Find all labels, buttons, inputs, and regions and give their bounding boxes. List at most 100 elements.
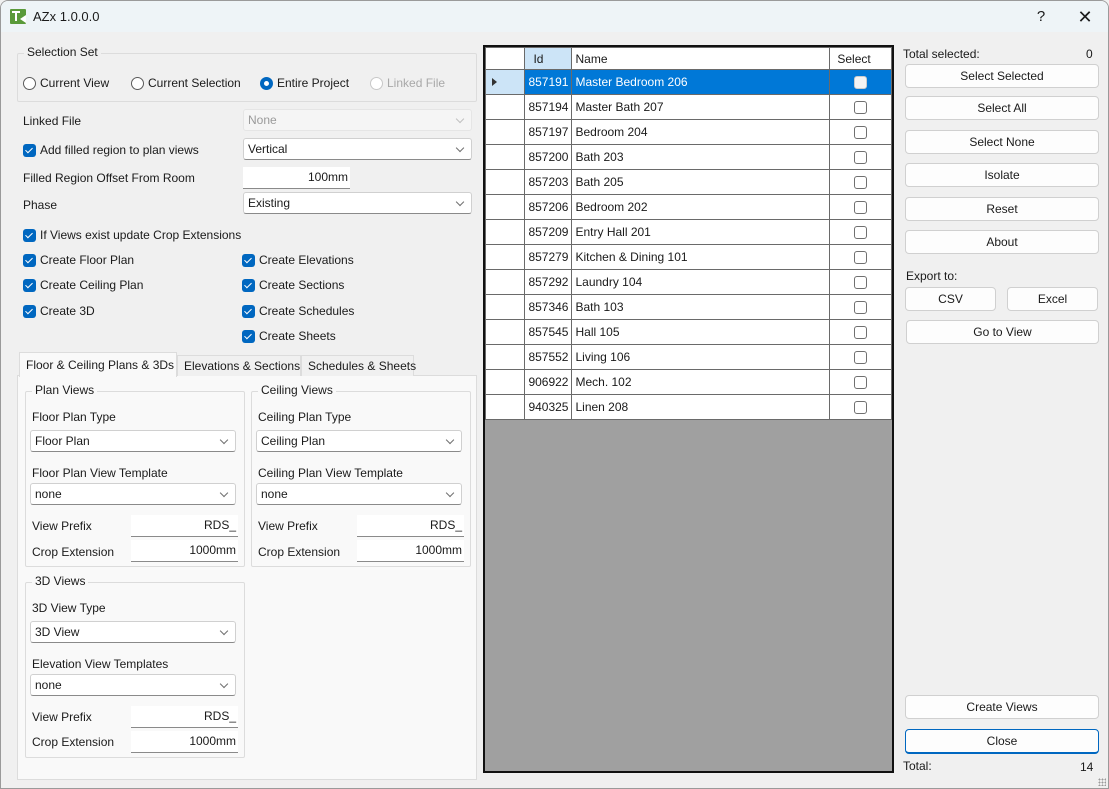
create-3d-checkbox[interactable]: Create 3D (23, 304, 95, 318)
row-select-checkbox[interactable] (854, 226, 868, 240)
cell-id[interactable]: 940325 (524, 394, 573, 420)
create-views-button[interactable]: Create Views (905, 695, 1099, 719)
row-header[interactable] (484, 369, 526, 395)
radio-entire-project[interactable]: Entire Project (260, 76, 349, 90)
update-crop-checkbox[interactable]: If Views exist update Crop Extensions (23, 228, 241, 242)
cell-id[interactable]: 857552 (524, 344, 573, 370)
floor-plan-type-dropdown[interactable]: Floor Plan (30, 430, 236, 452)
radio-current-view[interactable]: Current View (23, 76, 109, 90)
column-header-name[interactable]: Name (571, 47, 831, 70)
row-header[interactable] (484, 94, 526, 120)
row-select-checkbox[interactable] (854, 326, 868, 340)
add-filled-region-checkbox[interactable]: Add filled region to plan views (23, 143, 199, 157)
plan-crop-extension-input[interactable]: 1000mm (131, 540, 238, 562)
row-header[interactable] (484, 119, 526, 145)
cell-name[interactable]: Laundry 104 (571, 269, 831, 295)
row-header[interactable] (484, 319, 526, 345)
table-row[interactable]: 857209 Entry Hall 201 (484, 219, 892, 245)
create-ceiling-plan-checkbox[interactable]: Create Ceiling Plan (23, 278, 143, 292)
tab-elevations-sections[interactable]: Elevations & Sections (177, 355, 301, 376)
rooms-grid[interactable]: Id Name Select 857191 Master Bedroom 206 8… (483, 45, 894, 773)
ceiling-view-prefix-input[interactable]: RDS_ (357, 515, 464, 537)
cell-name[interactable]: Hall 105 (571, 319, 831, 345)
row-header[interactable] (484, 344, 526, 370)
table-row[interactable]: 857292 Laundry 104 (484, 269, 892, 295)
close-button[interactable]: Close (905, 729, 1099, 754)
table-row[interactable]: 857545 Hall 105 (484, 319, 892, 345)
tab-floor-ceiling-3d[interactable]: Floor & Ceiling Plans & 3Ds (19, 352, 177, 377)
row-header[interactable] (484, 219, 526, 245)
cell-name[interactable]: Kitchen & Dining 101 (571, 244, 831, 270)
select-selected-button[interactable]: Select Selected (905, 64, 1099, 88)
row-select-checkbox[interactable] (854, 101, 868, 115)
row-select-checkbox[interactable] (854, 251, 868, 265)
row-select-checkbox[interactable] (854, 401, 868, 415)
phase-dropdown[interactable]: Existing (243, 192, 472, 214)
offset-input[interactable]: 100mm (243, 167, 350, 189)
export-excel-button[interactable]: Excel (1007, 287, 1098, 311)
row-header[interactable] (484, 144, 526, 170)
cell-id[interactable]: 857197 (524, 119, 573, 145)
radio-linked-file[interactable]: Linked File (370, 76, 445, 90)
export-csv-button[interactable]: CSV (905, 287, 996, 311)
create-sections-checkbox[interactable]: Create Sections (242, 278, 344, 292)
table-row[interactable]: 857194 Master Bath 207 (484, 94, 892, 120)
row-select-checkbox[interactable] (854, 76, 868, 90)
row-select-checkbox[interactable] (854, 301, 868, 315)
about-button[interactable]: About (905, 230, 1099, 254)
3d-view-type-dropdown[interactable]: 3D View (30, 621, 236, 643)
close-window-button[interactable]: ✕ (1070, 6, 1100, 28)
select-all-button[interactable]: Select All (905, 96, 1099, 120)
cell-id[interactable]: 857292 (524, 269, 573, 295)
3d-crop-extension-input[interactable]: 1000mm (131, 731, 238, 753)
plan-view-prefix-input[interactable]: RDS_ (131, 515, 238, 537)
cell-name[interactable]: Bath 103 (571, 294, 831, 320)
row-select-checkbox[interactable] (854, 351, 868, 365)
cell-id[interactable]: 857200 (524, 144, 573, 170)
column-header-id[interactable]: Id (524, 47, 573, 70)
table-row[interactable]: 857279 Kitchen & Dining 101 (484, 244, 892, 270)
radio-current-selection[interactable]: Current Selection (131, 76, 241, 90)
cell-id[interactable]: 857545 (524, 319, 573, 345)
3d-view-prefix-input[interactable]: RDS_ (131, 706, 238, 728)
table-row[interactable]: 857346 Bath 103 (484, 294, 892, 320)
cell-id[interactable]: 857203 (524, 169, 573, 195)
row-select-checkbox[interactable] (854, 201, 868, 215)
row-select-checkbox[interactable] (854, 176, 868, 190)
row-header[interactable] (484, 394, 526, 420)
reset-button[interactable]: Reset (905, 197, 1099, 221)
table-row[interactable]: 857203 Bath 205 (484, 169, 892, 195)
cell-id[interactable]: 857206 (524, 194, 573, 220)
select-none-button[interactable]: Select None (905, 130, 1099, 154)
row-header[interactable] (484, 294, 526, 320)
cell-id[interactable]: 857191 (524, 69, 573, 95)
row-header[interactable] (484, 169, 526, 195)
cell-name[interactable]: Entry Hall 201 (571, 219, 831, 245)
cell-name[interactable]: Bath 203 (571, 144, 831, 170)
row-header[interactable] (484, 69, 526, 95)
row-header[interactable] (484, 269, 526, 295)
row-header[interactable] (484, 194, 526, 220)
create-schedules-checkbox[interactable]: Create Schedules (242, 304, 354, 318)
cell-name[interactable]: Master Bedroom 206 (571, 69, 831, 95)
cell-id[interactable]: 906922 (524, 369, 573, 395)
cell-id[interactable]: 857194 (524, 94, 573, 120)
cell-id[interactable]: 857209 (524, 219, 573, 245)
column-header-select[interactable]: Select (829, 47, 892, 70)
go-to-view-button[interactable]: Go to View (906, 320, 1099, 344)
create-elevations-checkbox[interactable]: Create Elevations (242, 253, 354, 267)
help-button[interactable]: ? (1026, 6, 1056, 28)
table-row[interactable]: 857197 Bedroom 204 (484, 119, 892, 145)
table-row[interactable]: 857206 Bedroom 202 (484, 194, 892, 220)
row-select-checkbox[interactable] (854, 151, 868, 165)
table-row[interactable]: 906922 Mech. 102 (484, 369, 892, 395)
create-sheets-checkbox[interactable]: Create Sheets (242, 329, 336, 343)
filled-region-orientation-dropdown[interactable]: Vertical (243, 138, 472, 160)
table-row[interactable]: 857200 Bath 203 (484, 144, 892, 170)
row-select-checkbox[interactable] (854, 276, 868, 290)
ceiling-plan-type-dropdown[interactable]: Ceiling Plan (256, 430, 462, 452)
row-header[interactable] (484, 244, 526, 270)
cell-id[interactable]: 857346 (524, 294, 573, 320)
tab-schedules-sheets[interactable]: Schedules & Sheets (301, 355, 416, 376)
elevation-view-templates-dropdown[interactable]: none (30, 674, 236, 696)
